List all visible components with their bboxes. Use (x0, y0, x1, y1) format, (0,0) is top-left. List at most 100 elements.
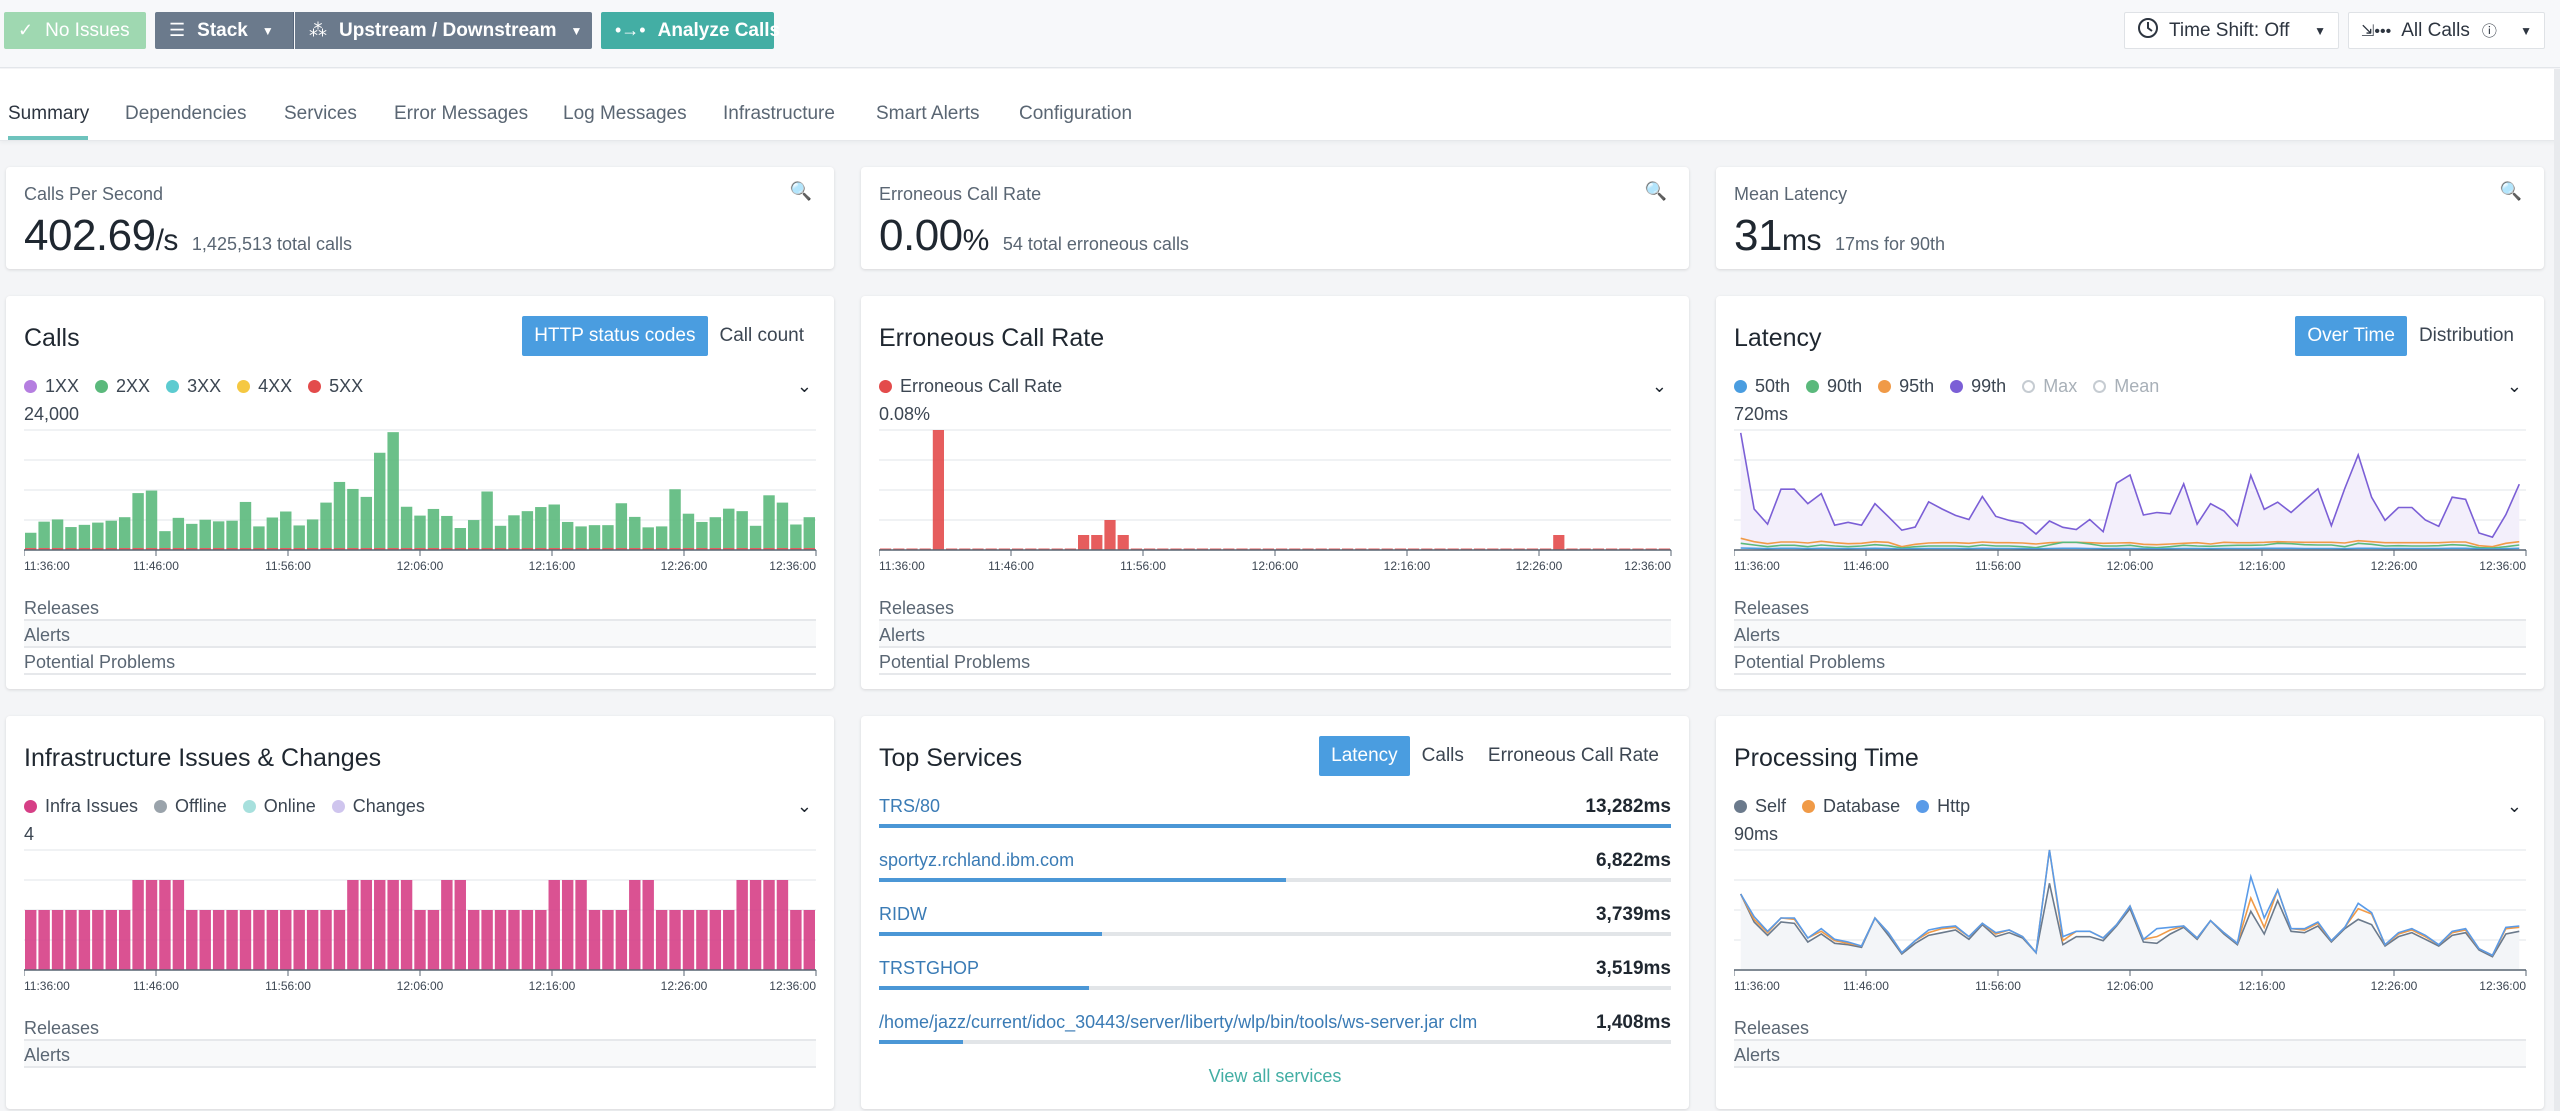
chevron-down-icon[interactable]: ⌄ (2507, 796, 2522, 817)
legend-item-offline[interactable]: Offline (154, 796, 227, 817)
lane-releases[interactable]: Releases (24, 1014, 816, 1041)
analyze-calls-button[interactable]: •→• Analyze Calls (601, 12, 780, 49)
zoom-details-icon[interactable]: 🔍 (790, 181, 812, 202)
over-time-button[interactable]: Over Time (2295, 316, 2407, 356)
legend-item-changes[interactable]: Changes (331, 796, 425, 817)
page-scrollbar[interactable] (2554, 69, 2560, 1111)
info-icon[interactable]: ⓘ (2482, 20, 2497, 41)
x-date-label: Sep 20 (1734, 573, 1772, 574)
calls-chart[interactable]: 11:36:00 11:46:00 11:56:00 12:06:00 12:16:00… (24, 414, 820, 574)
bar-2xx (736, 511, 748, 548)
lane-alerts[interactable]: Alerts (24, 621, 816, 648)
latency-button[interactable]: Latency (1319, 736, 1410, 776)
bar-infra-issues (535, 910, 547, 970)
bar-2xx (306, 519, 319, 548)
lane-alerts[interactable]: Alerts (1734, 1041, 2526, 1068)
service-link[interactable]: TRSTGHOP (879, 958, 979, 979)
bar-infra-issues (172, 880, 185, 970)
chevron-down-icon[interactable]: ⌄ (1652, 376, 1667, 397)
processing-time-chart[interactable]: 11:36:00 11:46:00 11:56:00 12:06:00 12:16:00… (1734, 834, 2530, 994)
zoom-details-icon[interactable]: 🔍 (1645, 181, 1667, 202)
chevron-down-icon[interactable]: ⌄ (797, 376, 812, 397)
bar-infra-issues (602, 910, 614, 970)
service-latency: 13,282ms (1585, 796, 1671, 817)
lane-potential-problems[interactable]: Potential Problems (1734, 648, 2526, 675)
legend-item-50th[interactable]: 50th (1734, 376, 1790, 397)
tab-infrastructure[interactable]: Infrastructure (723, 103, 835, 125)
tab-error-messages[interactable]: Error Messages (394, 103, 528, 125)
lane-releases[interactable]: Releases (24, 594, 816, 621)
kpi-value-wrap: 402.69/s 1,425,513 total calls (24, 211, 352, 261)
legend-item-4xx[interactable]: 4XX (237, 376, 292, 397)
tab-services[interactable]: Services (284, 103, 357, 125)
legend-item-max[interactable]: Max (2022, 376, 2077, 397)
latency-chart[interactable]: 11:36:00 11:46:00 11:56:00 12:06:00 12:16:00… (1734, 414, 2530, 574)
tab-configuration[interactable]: Configuration (1019, 103, 1132, 125)
distribution-button[interactable]: Distribution (2407, 316, 2526, 356)
lane-potential-problems[interactable]: Potential Problems (24, 648, 816, 675)
x-tick-label: 12:36:00 (769, 979, 816, 993)
zoom-details-icon[interactable]: 🔍 (2500, 181, 2522, 202)
chart-legend: Infra Issues Offline Online Changes (24, 796, 441, 817)
lane-potential-problems[interactable]: Potential Problems (879, 648, 1671, 675)
service-link[interactable]: TRS/80 (879, 796, 940, 817)
analyze-calls-label: Analyze Calls (657, 19, 781, 41)
erroneous-call-rate-chart[interactable]: 11:36:00 11:46:00 11:56:00 12:06:00 12:16:00… (879, 414, 1675, 574)
tab-summary[interactable]: Summary (8, 103, 89, 125)
call-count-button[interactable]: Call count (708, 316, 817, 356)
legend-label: 3XX (187, 376, 222, 396)
service-link[interactable]: /home/jazz/current/idoc_30443/server/lib… (879, 1012, 1477, 1033)
bar-2xx (481, 491, 493, 548)
x-tick-label: 12:06:00 (397, 979, 444, 993)
legend-item-erroneous-call-rate[interactable]: Erroneous Call Rate (879, 376, 1062, 397)
bar-2xx (253, 526, 265, 548)
bar-infra-issues (186, 910, 198, 970)
legend-item-99th[interactable]: 99th (1950, 376, 2006, 397)
lane-releases[interactable]: Releases (879, 594, 1671, 621)
stack-dropdown[interactable]: ☰ Stack ▼ (155, 12, 294, 49)
tab-dependencies[interactable]: Dependencies (125, 103, 246, 125)
legend-item-self[interactable]: Self (1734, 796, 1786, 817)
lane-alerts[interactable]: Alerts (24, 1041, 816, 1068)
service-link[interactable]: RIDW (879, 904, 927, 925)
legend-item-http[interactable]: Http (1916, 796, 1970, 817)
legend-item-95th[interactable]: 95th (1878, 376, 1934, 397)
service-link[interactable]: sportyz.rchland.ibm.com (879, 850, 1074, 871)
chevron-down-icon[interactable]: ⌄ (2507, 376, 2522, 397)
service-latency: 3,739ms (1595, 904, 1671, 925)
bar-infra-issues (92, 910, 104, 970)
calls-button[interactable]: Calls (1410, 736, 1476, 776)
bar-2xx (239, 501, 252, 548)
lane-releases[interactable]: Releases (1734, 594, 2526, 621)
legend-item-database[interactable]: Database (1802, 796, 1900, 817)
lane-alerts[interactable]: Alerts (879, 621, 1671, 648)
no-issues-label: No Issues (45, 19, 130, 41)
legend-item-90th[interactable]: 90th (1806, 376, 1862, 397)
legend-item-2xx[interactable]: 2XX (95, 376, 150, 397)
upstream-downstream-dropdown[interactable]: ⁂ Upstream / Downstream ▼ (295, 12, 592, 49)
lane-releases[interactable]: Releases (1734, 1014, 2526, 1041)
tab-smart-alerts[interactable]: Smart Alerts (876, 103, 979, 125)
legend-item-mean[interactable]: Mean (2093, 376, 2159, 397)
x-tick-label: 12:06:00 (2107, 559, 2154, 573)
all-calls-dropdown[interactable]: ⇲••• All Calls ⓘ ▼ (2348, 12, 2545, 49)
legend-item-3xx[interactable]: 3XX (166, 376, 221, 397)
x-tick-label: 11:36:00 (1734, 979, 1780, 993)
view-all-services-link[interactable]: View all services (861, 1066, 1689, 1087)
kpi-sub: 54 total erroneous calls (1002, 234, 1189, 254)
chevron-down-icon[interactable]: ⌄ (797, 796, 812, 817)
bar-infra-issues (749, 880, 762, 970)
erroneous-call-rate-button[interactable]: Erroneous Call Rate (1476, 736, 1671, 776)
tab-log-messages[interactable]: Log Messages (563, 103, 687, 125)
legend-item-infra-issues[interactable]: Infra Issues (24, 796, 138, 817)
legend-item-1xx[interactable]: 1XX (24, 376, 79, 397)
no-issues-button[interactable]: ✓ No Issues (4, 12, 146, 49)
infrastructure-chart[interactable]: 11:36:00 11:46:00 11:56:00 12:06:00 12:16:00… (24, 834, 820, 994)
legend-item-5xx[interactable]: 5XX (308, 376, 363, 397)
kpi-label: Calls Per Second (24, 184, 164, 204)
lane-alerts[interactable]: Alerts (1734, 621, 2526, 648)
x-date-label: Sep 20 (879, 573, 917, 574)
http-status-codes-button[interactable]: HTTP status codes (522, 316, 708, 356)
time-shift-dropdown[interactable]: Time Shift: Off ▼ (2124, 12, 2339, 49)
legend-item-online[interactable]: Online (242, 796, 316, 817)
